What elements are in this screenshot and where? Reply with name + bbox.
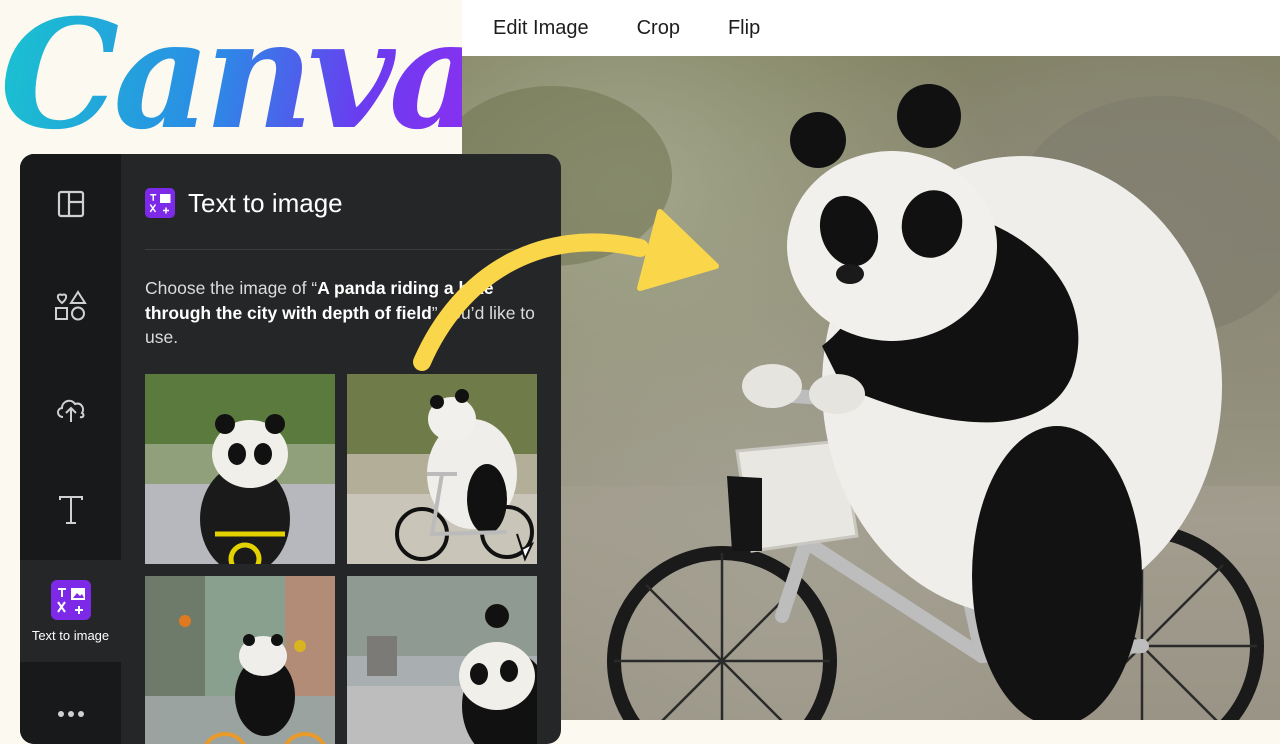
annotation-arrow	[413, 209, 719, 371]
